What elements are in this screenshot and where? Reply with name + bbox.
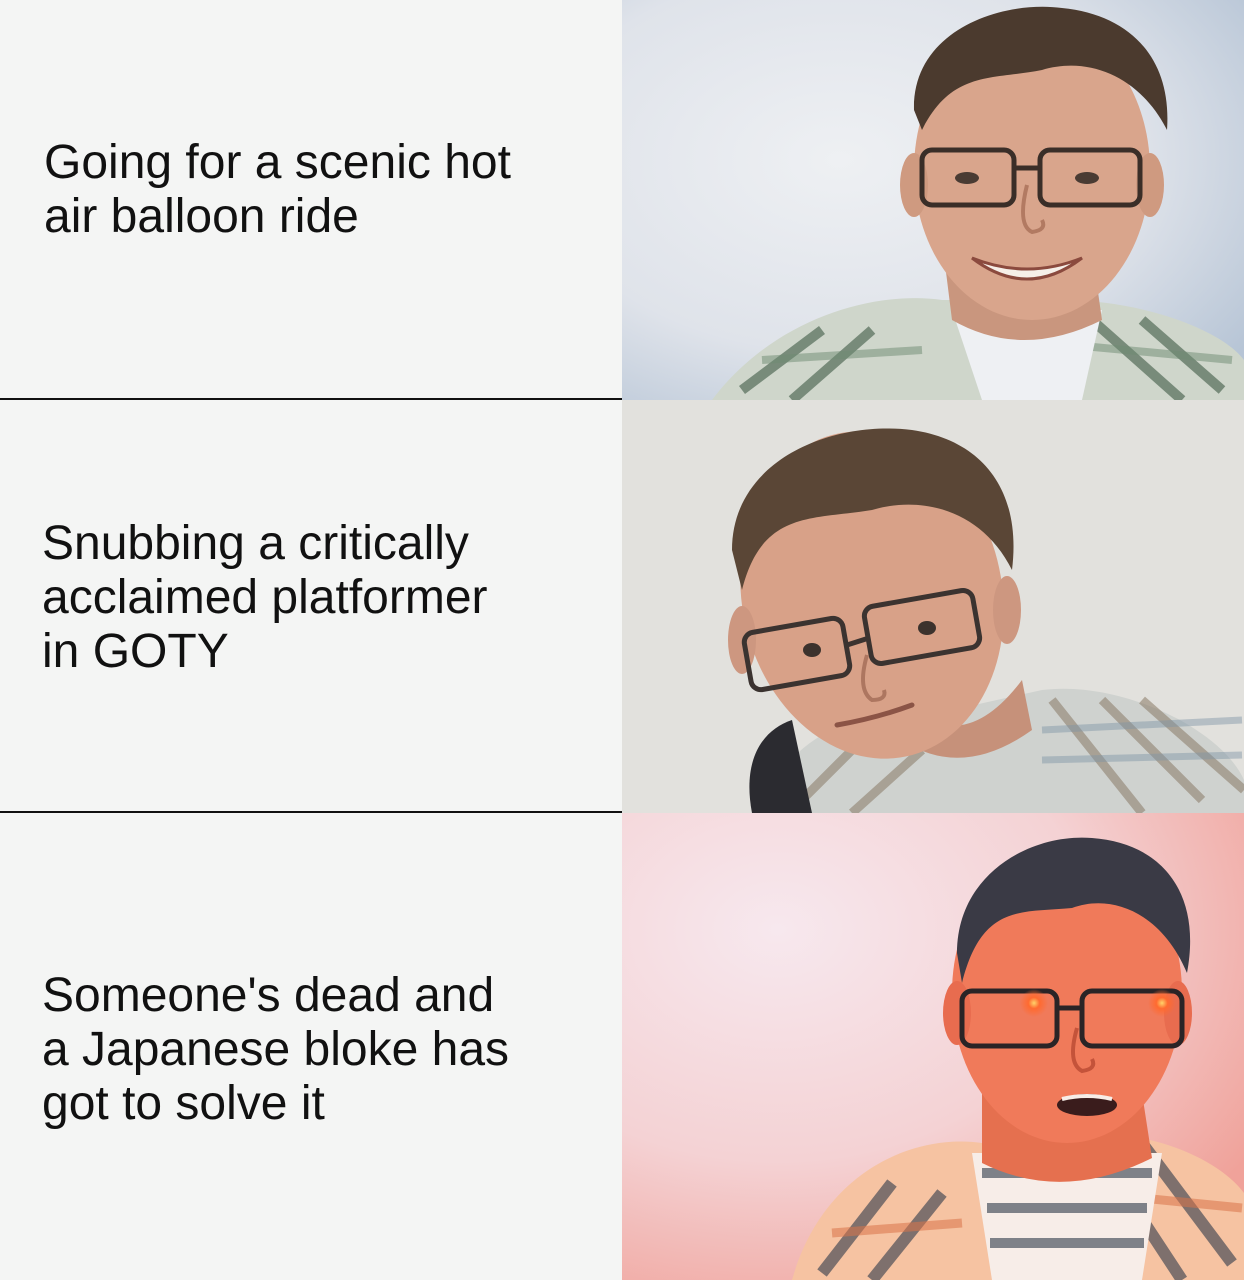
panel-caption: Snubbing a critically acclaimed platform… bbox=[42, 517, 602, 679]
reaction-photo bbox=[622, 400, 1244, 813]
caption-line: in GOTY bbox=[42, 625, 229, 678]
caption-cell: Going for a scenic hot air balloon ride bbox=[0, 0, 622, 400]
caption-line: a Japanese bloke has bbox=[42, 1023, 510, 1076]
meme-grid: Going for a scenic hot air balloon ride bbox=[0, 0, 1244, 1280]
caption-cell: Snubbing a critically acclaimed platform… bbox=[0, 400, 622, 813]
panel-caption: Going for a scenic hot air balloon ride bbox=[44, 136, 604, 244]
reaction-photo bbox=[622, 813, 1244, 1280]
reaction-photo-excited bbox=[622, 813, 1244, 1280]
caption-line: Going for a scenic hot bbox=[44, 136, 511, 189]
panel-1: Going for a scenic hot air balloon ride bbox=[0, 0, 1244, 400]
caption-line: got to solve it bbox=[42, 1077, 325, 1130]
caption-line: Snubbing a critically bbox=[42, 517, 469, 570]
reaction-photo-skeptical bbox=[622, 400, 1244, 813]
reaction-photo-smiling bbox=[622, 0, 1244, 400]
caption-line: acclaimed platformer bbox=[42, 571, 488, 624]
panel-3: Someone's dead and a Japanese bloke has … bbox=[0, 813, 1244, 1280]
caption-line: Someone's dead and bbox=[42, 969, 495, 1022]
caption-line: air balloon ride bbox=[44, 190, 359, 243]
panel-caption: Someone's dead and a Japanese bloke has … bbox=[42, 969, 602, 1131]
caption-cell: Someone's dead and a Japanese bloke has … bbox=[0, 813, 622, 1280]
panel-2: Snubbing a critically acclaimed platform… bbox=[0, 400, 1244, 813]
reaction-photo bbox=[622, 0, 1244, 400]
